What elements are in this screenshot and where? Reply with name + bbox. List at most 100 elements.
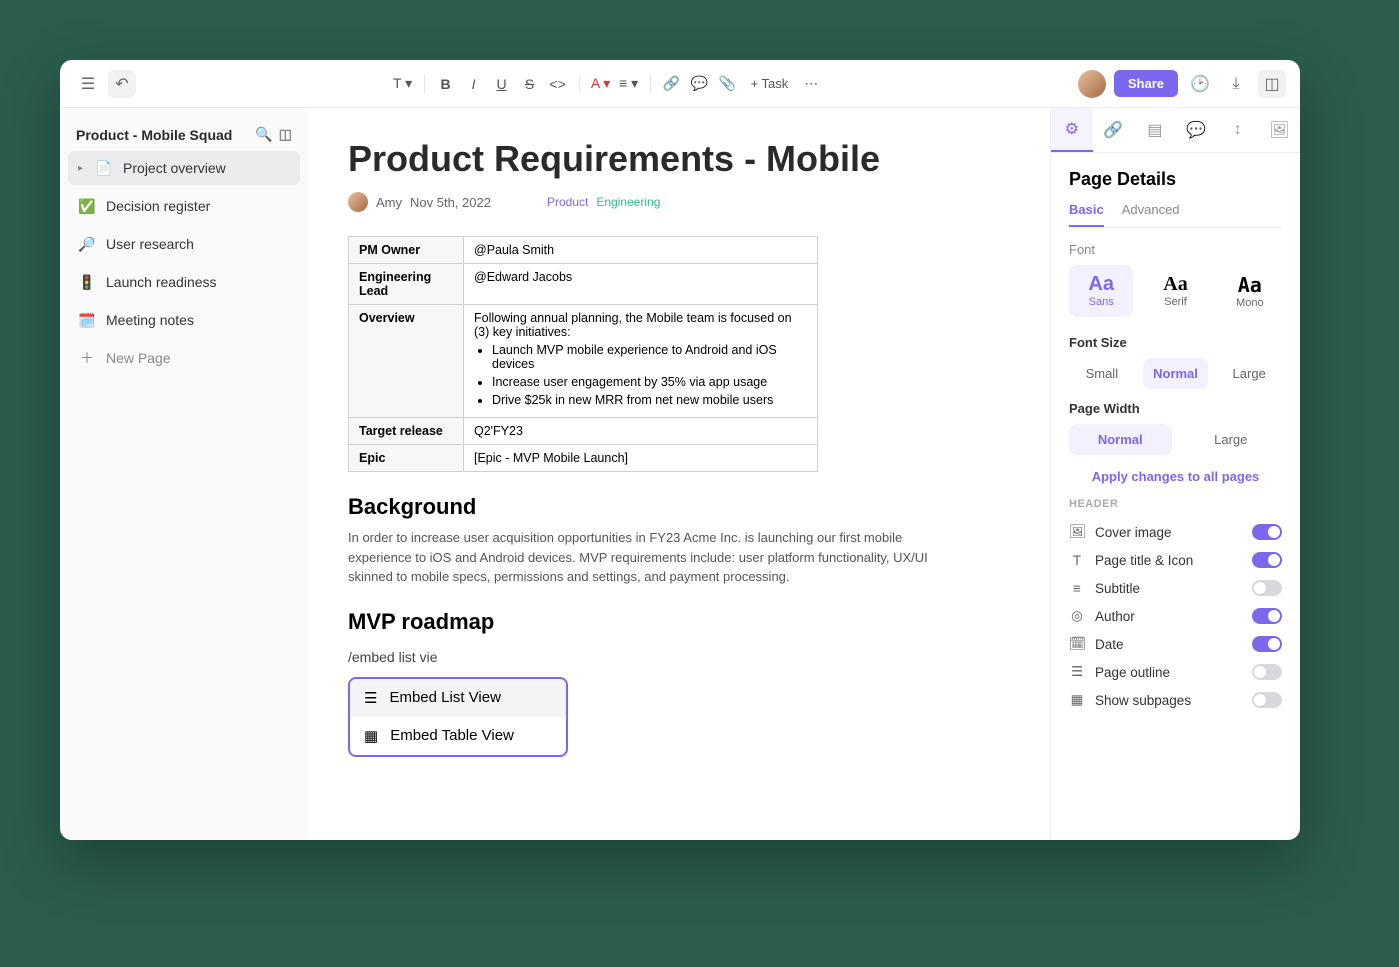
- document-content[interactable]: Product Requirements - Mobile Amy Nov 5t…: [308, 108, 1050, 840]
- requirements-table[interactable]: PM Owner@Paula Smith Engineering Lead@Ed…: [348, 236, 818, 472]
- panel-tab-sort[interactable]: ↕: [1217, 108, 1259, 152]
- comment-button[interactable]: 💬: [687, 71, 713, 97]
- font-option-sans[interactable]: AaSans: [1069, 265, 1133, 317]
- page-date: Nov 5th, 2022: [410, 195, 491, 210]
- font-option-serif[interactable]: AaSerif: [1143, 265, 1207, 317]
- new-page-label: New Page: [106, 350, 171, 366]
- table-row: Overview Following annual planning, the …: [349, 305, 818, 418]
- toggle-label: Subtitle: [1095, 581, 1140, 596]
- panel-tab-comments[interactable]: 💬: [1176, 108, 1218, 152]
- space-title-label: Product - Mobile Squad: [76, 127, 232, 143]
- toggle-label: Page outline: [1095, 665, 1170, 680]
- sidebar-item-decision-register[interactable]: ✅ Decision register: [68, 189, 300, 223]
- panel-tab-settings[interactable]: ⚙: [1051, 108, 1093, 152]
- font-option-mono[interactable]: AaMono: [1218, 265, 1282, 317]
- font-size-large[interactable]: Large: [1216, 358, 1282, 389]
- overview-bullet: Drive $25k in new MRR from net new mobil…: [492, 393, 807, 407]
- text-color-dropdown[interactable]: A ▾: [588, 71, 614, 97]
- table-row: Target releaseQ2'FY23: [349, 418, 818, 445]
- toggle-label: Date: [1095, 637, 1124, 652]
- page-width-normal[interactable]: Normal: [1069, 424, 1172, 455]
- toggle-icon: ☰: [1069, 664, 1085, 680]
- panel-tab-layout[interactable]: ▤: [1134, 108, 1176, 152]
- share-button[interactable]: Share: [1114, 70, 1178, 97]
- add-task-button[interactable]: + Task: [743, 71, 797, 97]
- toggle-page-title-icon: T Page title & Icon: [1069, 546, 1282, 574]
- search-icon[interactable]: 🔍: [255, 126, 272, 143]
- toggle-switch[interactable]: [1252, 692, 1282, 708]
- toggle-switch[interactable]: [1252, 552, 1282, 568]
- page-byline: Amy Nov 5th, 2022 Product Engineering: [348, 192, 1010, 212]
- font-size-small[interactable]: Small: [1069, 358, 1135, 389]
- new-page-button[interactable]: ＋ New Page: [68, 341, 300, 375]
- more-button[interactable]: ⋯: [798, 71, 824, 97]
- toggle-icon: 🗓: [1069, 636, 1085, 652]
- tag-engineering[interactable]: Engineering: [596, 195, 660, 209]
- sidebar-settings-icon[interactable]: ◫: [279, 126, 292, 143]
- toggle-label: Page title & Icon: [1095, 553, 1193, 568]
- tag-product[interactable]: Product: [547, 195, 588, 209]
- toggle-icon: ◎: [1069, 608, 1085, 624]
- header-section-label: HEADER: [1069, 498, 1282, 510]
- toggle-cover-image: 🖼Cover image: [1069, 518, 1282, 546]
- undo-button[interactable]: ↶: [108, 70, 136, 98]
- align-dropdown[interactable]: ≡ ▾: [616, 71, 642, 97]
- overview-bullet: Increase user engagement by 35% via app …: [492, 375, 807, 389]
- download-icon[interactable]: ⤓: [1222, 70, 1250, 98]
- slash-command-text[interactable]: /embed list vie: [348, 649, 1010, 665]
- toggle-switch[interactable]: [1252, 608, 1282, 624]
- page-icon: 📄: [95, 159, 113, 177]
- strikethrough-button[interactable]: S: [517, 71, 543, 97]
- apply-changes-button[interactable]: Apply changes to all pages: [1069, 469, 1282, 484]
- page-title[interactable]: Product Requirements - Mobile: [348, 138, 1010, 180]
- font-size-normal[interactable]: Normal: [1143, 358, 1209, 389]
- embed-list-view-option[interactable]: ☰ Embed List View: [350, 679, 566, 717]
- toggle-icon: 🖼: [1069, 524, 1085, 540]
- calendar-icon: 🗓️: [78, 311, 96, 329]
- toggle-icon: ≡: [1069, 581, 1085, 596]
- background-heading[interactable]: Background: [348, 494, 1010, 520]
- toggle-switch[interactable]: [1252, 524, 1282, 540]
- attach-button[interactable]: 📎: [715, 71, 741, 97]
- background-body[interactable]: In order to increase user acquisition op…: [348, 528, 928, 587]
- page-width-large[interactable]: Large: [1180, 424, 1283, 455]
- toggle-switch[interactable]: [1252, 664, 1282, 680]
- sidebar-item-project-overview[interactable]: ▸ 📄 Project overview: [68, 151, 300, 185]
- app-window: ☰ ↶ T ▾ B I U S <> A ▾ ≡ ▾ 🔗 💬 📎 + Task …: [60, 60, 1300, 840]
- bold-button[interactable]: B: [433, 71, 459, 97]
- menu-icon[interactable]: ☰: [74, 70, 102, 98]
- toggle-label: Show subpages: [1095, 693, 1191, 708]
- panel-title: Page Details: [1069, 169, 1282, 190]
- sidebar-item-user-research[interactable]: 🔎 User research: [68, 227, 300, 261]
- toggle-icon: T: [1069, 553, 1085, 568]
- sidebar-item-label: Project overview: [123, 160, 226, 176]
- subtab-advanced[interactable]: Advanced: [1122, 202, 1180, 227]
- embed-menu: ☰ Embed List View ▦ Embed Table View: [348, 677, 568, 757]
- format-toolbar: T ▾ B I U S <> A ▾ ≡ ▾ 🔗 💬 📎 + Task ⋯: [144, 71, 1070, 97]
- current-user-avatar[interactable]: [1078, 70, 1106, 98]
- underline-button[interactable]: U: [489, 71, 515, 97]
- table-icon: ▦: [364, 727, 378, 745]
- history-icon[interactable]: 🕑: [1186, 70, 1214, 98]
- traffic-icon: 🚦: [78, 273, 96, 291]
- subtab-basic[interactable]: Basic: [1069, 202, 1104, 227]
- panel-tab-image[interactable]: 🖼: [1259, 108, 1301, 152]
- table-row: PM Owner@Paula Smith: [349, 237, 818, 264]
- sidebar-item-meeting-notes[interactable]: 🗓️ Meeting notes: [68, 303, 300, 337]
- toggle-switch[interactable]: [1252, 580, 1282, 596]
- text-style-dropdown[interactable]: T ▾: [390, 71, 416, 97]
- page-details-panel: ⚙ 🔗 ▤ 💬 ↕ 🖼 Page Details Basic Advanced …: [1050, 108, 1300, 840]
- page-width-label: Page Width: [1069, 401, 1282, 416]
- toggle-subtitle: ≡ Subtitle: [1069, 574, 1282, 602]
- code-button[interactable]: <>: [545, 71, 571, 97]
- sidebar-item-launch-readiness[interactable]: 🚦 Launch readiness: [68, 265, 300, 299]
- toggle-panel-icon[interactable]: ◫: [1258, 70, 1286, 98]
- roadmap-heading[interactable]: MVP roadmap: [348, 609, 1010, 635]
- italic-button[interactable]: I: [461, 71, 487, 97]
- panel-tab-relations[interactable]: 🔗: [1093, 108, 1135, 152]
- font-label: Font: [1069, 242, 1282, 257]
- link-button[interactable]: 🔗: [659, 71, 685, 97]
- embed-table-view-option[interactable]: ▦ Embed Table View: [350, 717, 566, 755]
- author-name: Amy: [376, 195, 402, 210]
- toggle-switch[interactable]: [1252, 636, 1282, 652]
